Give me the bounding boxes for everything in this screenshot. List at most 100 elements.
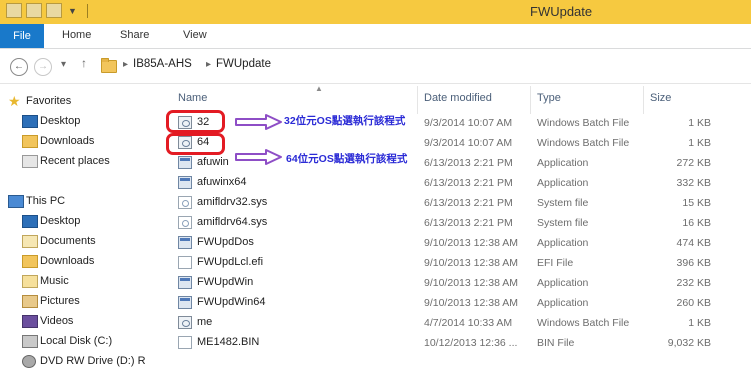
file-name: me bbox=[197, 316, 213, 328]
file-date: 9/10/2013 12:38 AM bbox=[424, 277, 518, 289]
nav-label: Pictures bbox=[40, 295, 80, 307]
back-icon[interactable]: ← bbox=[10, 58, 28, 76]
column-header-size[interactable]: Size bbox=[650, 92, 671, 104]
table-row[interactable]: FWUpdWin64 9/10/2013 12:38 AM Applicatio… bbox=[167, 293, 751, 313]
nav-favorites[interactable]: ★ Favorites bbox=[8, 92, 71, 110]
dvd-drive-icon bbox=[22, 355, 36, 368]
application-icon bbox=[178, 276, 192, 289]
application-icon bbox=[178, 176, 192, 189]
toolbar-divider bbox=[86, 3, 88, 18]
properties-icon[interactable] bbox=[26, 3, 42, 18]
file-name: amifldrv32.sys bbox=[197, 196, 268, 208]
nav-item-music[interactable]: Music bbox=[22, 272, 69, 290]
nav-label: Documents bbox=[40, 235, 96, 247]
nav-item-videos[interactable]: Videos bbox=[22, 312, 73, 330]
table-row[interactable]: FWUpdWin 9/10/2013 12:38 AM Application … bbox=[167, 273, 751, 293]
breadcrumb-separator-icon: ▸ bbox=[206, 59, 212, 70]
nav-item-recent-places[interactable]: Recent places bbox=[22, 152, 110, 170]
file-type: System file bbox=[537, 217, 589, 229]
table-row[interactable]: ME1482.BIN 10/12/2013 12:36 ... BIN File… bbox=[167, 333, 751, 353]
nav-item-downloads[interactable]: Downloads bbox=[22, 252, 95, 270]
nav-label: Downloads bbox=[40, 255, 95, 267]
file-name: afuwin bbox=[197, 156, 229, 168]
videos-icon bbox=[22, 315, 38, 328]
file-size: 232 KB bbox=[676, 277, 711, 289]
nav-item-desktop[interactable]: Desktop bbox=[22, 112, 80, 130]
folder-icon[interactable] bbox=[6, 3, 22, 18]
breadcrumb-separator-icon: ▸ bbox=[123, 59, 129, 70]
star-icon: ★ bbox=[8, 93, 21, 109]
desktop-icon bbox=[22, 115, 38, 128]
file-date: 9/3/2014 10:07 AM bbox=[424, 117, 513, 129]
recent-places-icon bbox=[22, 155, 38, 168]
table-row[interactable]: me 4/7/2014 10:33 AM Windows Batch File … bbox=[167, 313, 751, 333]
file-size: 272 KB bbox=[676, 157, 711, 169]
file-size: 15 KB bbox=[682, 197, 711, 209]
column-header-type[interactable]: Type bbox=[537, 92, 561, 104]
table-row[interactable]: amifldrv32.sys 6/13/2013 2:21 PM System … bbox=[167, 193, 751, 213]
music-icon bbox=[22, 275, 38, 288]
nav-item-desktop[interactable]: Desktop bbox=[22, 212, 81, 230]
nav-label: Downloads bbox=[40, 135, 95, 147]
file-icon bbox=[178, 256, 192, 269]
tab-view[interactable]: View bbox=[183, 29, 207, 41]
nav-item-local-disk[interactable]: Local Disk (C:) bbox=[22, 332, 113, 350]
up-icon[interactable]: ↑ bbox=[81, 56, 87, 70]
computer-icon bbox=[8, 195, 24, 208]
file-type: Application bbox=[537, 277, 589, 289]
file-date: 9/3/2014 10:07 AM bbox=[424, 137, 513, 149]
customize-dropdown-icon[interactable]: ▼ bbox=[68, 6, 77, 16]
highlight-box-32 bbox=[166, 110, 225, 133]
table-row[interactable]: afuwinx64 6/13/2013 2:21 PM Application … bbox=[167, 173, 751, 193]
recent-locations-icon[interactable]: ▾ bbox=[61, 59, 66, 70]
file-type: Windows Batch File bbox=[537, 117, 630, 129]
file-name: amifldrv64.sys bbox=[197, 216, 268, 228]
file-name: afuwinx64 bbox=[197, 176, 247, 188]
tab-file[interactable]: File bbox=[0, 24, 44, 48]
nav-label: Desktop bbox=[40, 215, 81, 227]
nav-this-pc[interactable]: This PC bbox=[8, 192, 65, 210]
table-row[interactable]: FWUpdLcl.efi 9/10/2013 12:38 AM EFI File… bbox=[167, 253, 751, 273]
file-type: Application bbox=[537, 177, 589, 189]
title-bar: ▼ FWUpdate bbox=[0, 0, 751, 24]
window-title: FWUpdate bbox=[530, 4, 593, 19]
file-name: FWUpdWin64 bbox=[197, 296, 266, 308]
file-date: 10/12/2013 12:36 ... bbox=[424, 337, 518, 349]
arrow-icon bbox=[235, 114, 282, 130]
column-header-name[interactable]: Name bbox=[178, 92, 207, 104]
nav-item-dvd-drive[interactable]: DVD RW Drive (D:) R bbox=[22, 352, 146, 370]
arrow-icon bbox=[235, 149, 282, 165]
system-file-icon bbox=[178, 196, 192, 209]
nav-item-downloads[interactable]: Downloads bbox=[22, 132, 95, 150]
breadcrumb-fwupdate[interactable]: FWUpdate bbox=[216, 58, 271, 70]
nav-label: Local Disk (C:) bbox=[40, 335, 113, 347]
file-name: FWUpdWin bbox=[197, 276, 254, 288]
file-name: ME1482.BIN bbox=[197, 336, 260, 348]
tab-share[interactable]: Share bbox=[120, 29, 149, 41]
table-row[interactable]: FWUpdDos 9/10/2013 12:38 AM Application … bbox=[167, 233, 751, 253]
file-type: EFI File bbox=[537, 257, 574, 269]
file-date: 6/13/2013 2:21 PM bbox=[424, 177, 513, 189]
annotation-note-32: 32位元OS點選執行該程式 bbox=[284, 115, 406, 127]
table-row[interactable]: amifldrv64.sys 6/13/2013 2:21 PM System … bbox=[167, 213, 751, 233]
nav-item-documents[interactable]: Documents bbox=[22, 232, 96, 250]
column-header-date[interactable]: Date modified bbox=[424, 92, 492, 104]
file-name: FWUpdLcl.efi bbox=[197, 256, 264, 268]
sort-ascending-icon: ▲ bbox=[315, 84, 323, 93]
file-name: FWUpdDos bbox=[197, 236, 254, 248]
file-type: Windows Batch File bbox=[537, 317, 630, 329]
file-size: 1 KB bbox=[688, 117, 711, 129]
forward-icon[interactable]: → bbox=[34, 58, 52, 76]
file-type: Windows Batch File bbox=[537, 137, 630, 149]
column-divider[interactable] bbox=[530, 86, 531, 114]
file-size: 1 KB bbox=[688, 137, 711, 149]
new-folder-icon[interactable] bbox=[46, 3, 62, 18]
column-divider[interactable] bbox=[417, 86, 418, 114]
annotation-note-64: 64位元OS點選執行該程式 bbox=[286, 153, 408, 165]
breadcrumb-ib85a-ahs[interactable]: IB85A-AHS bbox=[133, 58, 192, 70]
desktop-icon bbox=[22, 215, 38, 228]
column-divider[interactable] bbox=[643, 86, 644, 114]
quick-access-toolbar: ▼ bbox=[6, 3, 88, 18]
tab-home[interactable]: Home bbox=[62, 29, 91, 41]
nav-item-pictures[interactable]: Pictures bbox=[22, 292, 80, 310]
